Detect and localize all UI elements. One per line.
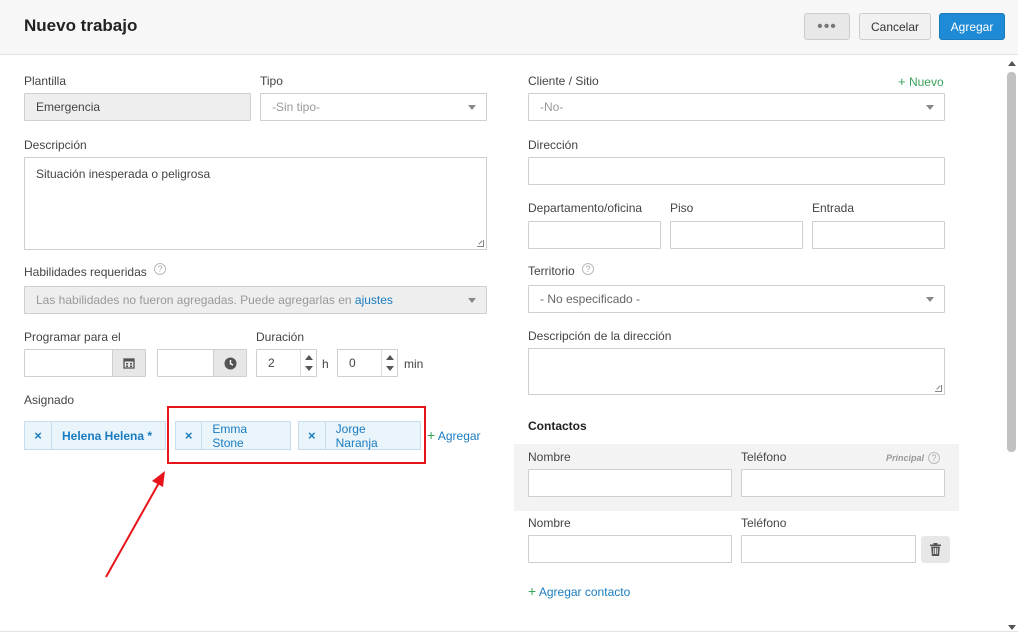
add-contact-label: Agregar contacto	[538, 585, 631, 599]
cliente-value: -No-	[540, 100, 564, 114]
chevron-down-icon	[926, 297, 934, 302]
trash-icon	[930, 543, 941, 556]
contact-name-label: Nombre	[528, 516, 571, 530]
resize-handle-icon[interactable]	[935, 385, 942, 392]
chevron-down-icon	[926, 105, 934, 110]
delete-contact-button[interactable]	[921, 536, 950, 563]
contact-phone-label: Teléfono	[741, 516, 787, 530]
plus-icon: +	[898, 74, 906, 89]
departamento-label: Departamento/oficina	[528, 201, 643, 215]
contact-phone-input[interactable]	[741, 535, 916, 563]
entrada-input[interactable]	[812, 221, 945, 249]
annotation-highlight-box	[167, 406, 426, 464]
cliente-select[interactable]: -No-	[528, 93, 945, 121]
descripcion-direccion-textarea[interactable]	[528, 348, 945, 395]
piso-label: Piso	[670, 201, 694, 215]
direccion-label: Dirección	[528, 138, 579, 152]
entrada-label: Entrada	[812, 201, 855, 215]
add-contact-link[interactable]: + Agregar contacto	[528, 583, 630, 599]
territorio-select[interactable]: - No especificado -	[528, 285, 945, 313]
territorio-label: Territorio	[528, 264, 575, 278]
scrollbar-thumb[interactable]	[1007, 72, 1016, 452]
footer-divider	[0, 631, 1018, 632]
principal-label: Principal	[886, 453, 925, 463]
scroll-down-arrow-icon[interactable]	[1008, 625, 1016, 630]
scroll-up-arrow-icon[interactable]	[1008, 61, 1016, 66]
departamento-input[interactable]	[528, 221, 661, 249]
help-icon[interactable]: ?	[928, 452, 940, 464]
annotation-arrow-line	[105, 480, 161, 578]
piso-input[interactable]	[670, 221, 803, 249]
help-icon[interactable]: ?	[582, 263, 594, 275]
new-client-label: Nuevo	[908, 75, 944, 89]
cliente-label: Cliente / Sitio	[528, 74, 599, 88]
contact-phone-input[interactable]	[741, 469, 945, 497]
contact-name-input[interactable]	[528, 469, 732, 497]
descripcion-direccion-label: Descripción de la dirección	[528, 329, 672, 343]
contact-name-input[interactable]	[528, 535, 732, 563]
territorio-value: - No especificado -	[540, 292, 641, 306]
new-client-link[interactable]: + Nuevo	[898, 74, 944, 89]
contact-name-label: Nombre	[528, 450, 571, 464]
plus-icon: +	[528, 583, 537, 599]
contactos-title: Contactos	[528, 419, 587, 433]
direccion-input[interactable]	[528, 157, 945, 185]
contact-phone-label: Teléfono	[741, 450, 787, 464]
